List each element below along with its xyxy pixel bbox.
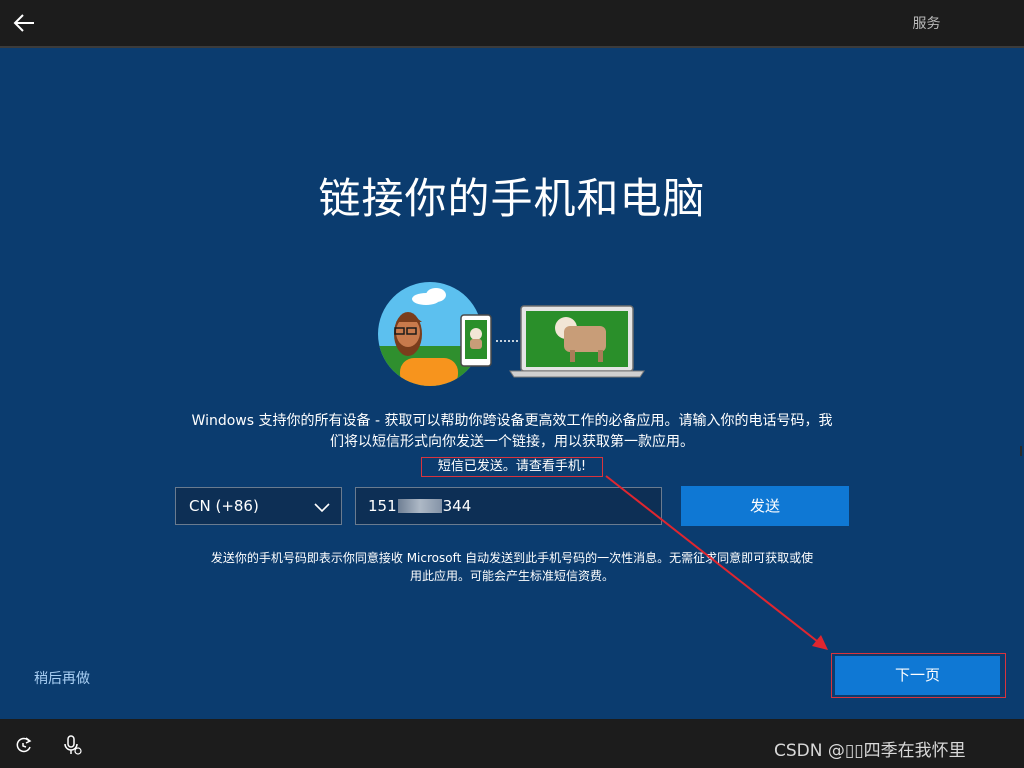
sms-sent-status: 短信已发送。请查看手机! [421,457,603,477]
phone-number-input[interactable]: 151 344 [355,487,662,525]
back-button[interactable] [8,8,40,38]
country-code-value: CN (+86) [189,497,259,515]
microphone-icon[interactable] [62,734,82,756]
do-later-link[interactable]: 稍后再做 [34,668,90,688]
phone-prefix: 151 [368,497,397,515]
redacted-digits [397,499,442,513]
chevron-down-icon [314,503,330,513]
tab-services[interactable]: 服务 [829,0,1024,48]
top-divider [0,46,1024,48]
tab-services-label: 服务 [912,16,941,32]
country-code-select[interactable]: CN (+86) [175,487,342,525]
ease-of-access-icon[interactable] [14,735,34,755]
description-text: Windows 支持你的所有设备 - 获取可以帮助你跨设备更高效工作的必备应用。… [191,413,833,450]
legal-notice: 发送你的手机号码即表示你同意接收 Microsoft 自动发送到此手机号码的一次… [210,551,814,583]
top-bar: 服务 [0,0,1024,48]
csdn-watermark: CSDN @▯▯四季在我怀里 [774,741,966,761]
next-button[interactable]: 下一页 [835,656,1000,695]
send-button[interactable]: 发送 [681,486,849,526]
back-arrow-icon [13,14,34,32]
phone-suffix: 344 [442,497,472,515]
edge-marker [1020,446,1022,456]
page-title: 链接你的手机和电脑 [318,174,706,223]
phone-pc-illustration [378,282,645,386]
